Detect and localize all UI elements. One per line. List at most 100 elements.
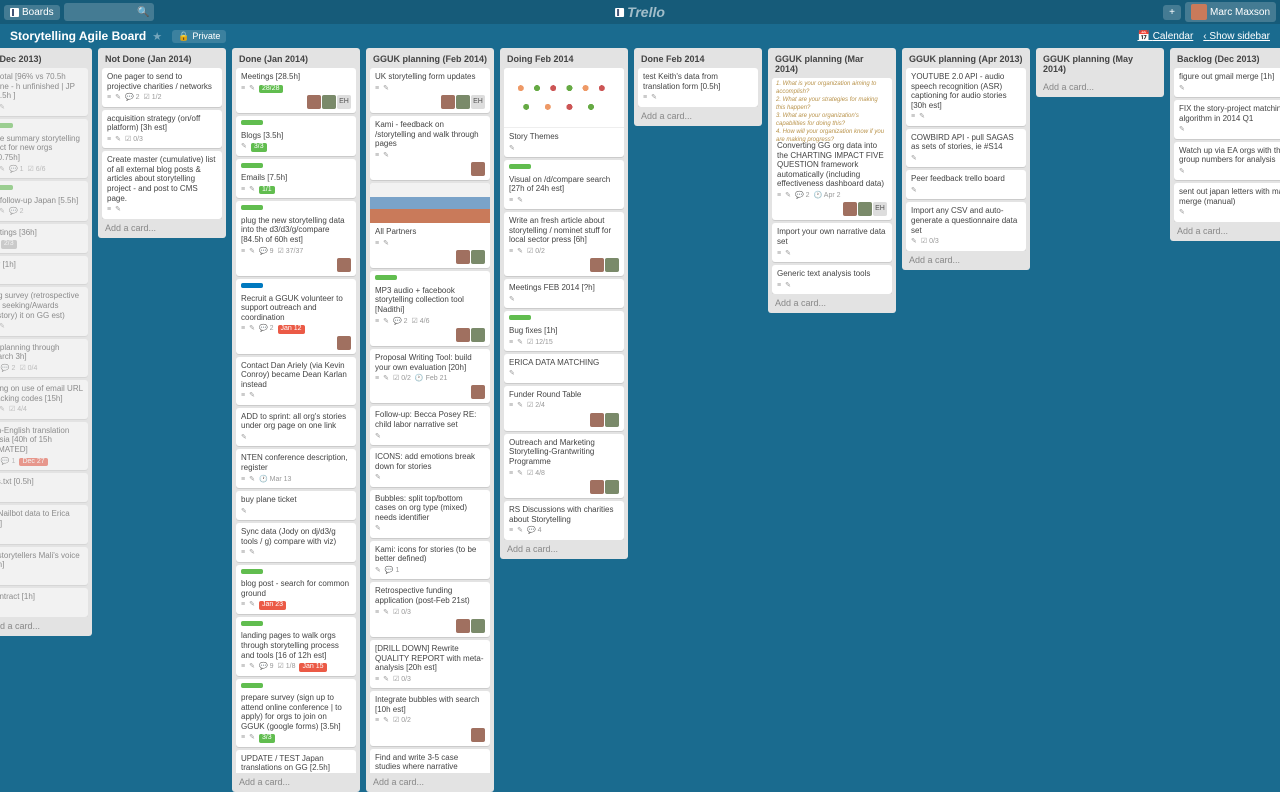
card[interactable]: ish-English translation assia [40h of 15…	[0, 422, 88, 470]
card[interactable]: riting on use of email URL tracking code…	[0, 380, 88, 419]
add-card-button[interactable]: Add a card...	[772, 294, 892, 309]
list-title[interactable]: e (Dec 2013)	[0, 52, 88, 68]
member-avatar[interactable]	[456, 250, 470, 264]
member-avatar[interactable]	[456, 619, 470, 633]
member-avatar[interactable]	[471, 728, 485, 742]
add-card-button[interactable]: Add a card...	[504, 540, 624, 555]
list[interactable]: e (Dec 2013)a total [96% vs 70.5h done -…	[0, 48, 92, 636]
list-title[interactable]: Done Feb 2014	[638, 52, 758, 68]
card[interactable]: Emails [7.5h]≡✎1/1	[236, 159, 356, 199]
card[interactable]: Bubbles: split top/bottom cases on org t…	[370, 490, 490, 538]
add-card-button[interactable]: Add a card...	[0, 617, 88, 632]
list[interactable]: Backlog (Dec 2013)figure out gmail merge…	[1170, 48, 1280, 241]
card[interactable]: Follow-up: Becca Posey RE: child labor n…	[370, 406, 490, 445]
list[interactable]: Doing Feb 2014Story Themes✎Visual on /d/…	[500, 48, 628, 559]
card[interactable]: UK storytelling form updates≡✎EH	[370, 68, 490, 113]
card[interactable]: COWBIRD API - pull SAGAS as sets of stor…	[906, 129, 1026, 168]
card[interactable]: Import your own narrative data set≡✎	[772, 223, 892, 262]
list[interactable]: Not Done (Jan 2014)One pager to send to …	[98, 48, 226, 238]
list-title[interactable]: Not Done (Jan 2014)	[102, 52, 222, 68]
card[interactable]: UPDATE / TEST Japan translations on GG […	[236, 750, 356, 773]
card[interactable]: Watch up via EA orgs with the group numb…	[1174, 142, 1280, 181]
list-title[interactable]: GGUK planning (May 2014)	[1040, 52, 1160, 78]
card[interactable]: h Nailbot data to Erica 3h]✎	[0, 505, 88, 544]
member-avatar[interactable]	[337, 336, 351, 350]
card[interactable]: Outreach and Marketing Storytelling-Gran…	[504, 434, 624, 498]
card[interactable]: age summary storytelling pact for new or…	[0, 119, 88, 178]
card[interactable]: Sync data (Jody on dj/d3/g tools / g) co…	[236, 523, 356, 562]
card[interactable]: g storytellers Mali's voice [1h]✎	[0, 547, 88, 586]
member-avatar[interactable]	[605, 258, 619, 272]
member-avatar[interactable]	[322, 95, 336, 109]
list[interactable]: GGUK planning (Feb 2014)UK storytelling …	[366, 48, 494, 792]
privacy-button[interactable]: 🔒 Private	[172, 30, 226, 43]
list-title[interactable]: Doing Feb 2014	[504, 52, 624, 68]
card[interactable]: prepare survey (sign up to attend online…	[236, 679, 356, 747]
card[interactable]: xls.txt [0.5h]✎	[0, 473, 88, 502]
board-canvas[interactable]: e (Dec 2013)a total [96% vs 70.5h done -…	[0, 48, 1280, 792]
list[interactable]: Done Feb 2014test Keith's data from tran…	[634, 48, 762, 126]
list[interactable]: Done (Jan 2014)Meetings [28.5h]≡✎28/28EH…	[232, 48, 360, 792]
card[interactable]: a total [96% vs 70.5h done - h unfinishe…	[0, 68, 88, 116]
list[interactable]: GGUK planning (Mar 2014)1. What is your …	[768, 48, 896, 313]
card[interactable]: Kami: icons for stories (to be better de…	[370, 541, 490, 580]
member-avatar[interactable]	[307, 95, 321, 109]
search-input[interactable]: 🔍	[64, 3, 154, 21]
card[interactable]: 1. What is your organization aiming to a…	[772, 78, 892, 220]
member-avatar[interactable]	[590, 480, 604, 494]
card[interactable]: plug the new storytelling data into the …	[236, 201, 356, 276]
list-title[interactable]: GGUK planning (Apr 2013)	[906, 52, 1026, 68]
member-avatar[interactable]	[471, 328, 485, 342]
add-card-button[interactable]: Add a card...	[906, 251, 1026, 266]
add-card-button[interactable]: Add a card...	[638, 107, 758, 122]
card[interactable]: Peer feedback trello board✎	[906, 170, 1026, 199]
show-sidebar-link[interactable]: ‹ Show sidebar	[1203, 31, 1270, 42]
card[interactable]: YOUTUBE 2.0 API - audio speech recogniti…	[906, 68, 1026, 126]
card[interactable]: org survey (retrospective on seeking/Awa…	[0, 287, 88, 335]
card[interactable]: eetings [36h]✎2/3	[0, 224, 88, 253]
add-card-button[interactable]: Add a card...	[1040, 78, 1160, 93]
list-title[interactable]: GGUK planning (Feb 2014)	[370, 52, 490, 68]
card[interactable]: Story Themes✎	[504, 68, 624, 157]
member-avatar[interactable]	[471, 385, 485, 399]
member-avatar[interactable]	[590, 258, 604, 272]
list-title[interactable]: Backlog (Dec 2013)	[1174, 52, 1280, 68]
member-avatar[interactable]	[471, 162, 485, 176]
card[interactable]: Meetings FEB 2014 [?h]✎	[504, 279, 624, 308]
member-avatar[interactable]: EH	[471, 95, 485, 109]
member-avatar[interactable]	[456, 328, 470, 342]
card[interactable]: Create master (cumulative) list of all e…	[102, 151, 222, 218]
card[interactable]: Funder Round Table≡✎☑ 2/4	[504, 386, 624, 431]
card[interactable]: All Partners≡✎	[370, 183, 490, 268]
list-title[interactable]: Done (Jan 2014)	[236, 52, 356, 68]
card[interactable]: FIX the story-project matching algorithm…	[1174, 100, 1280, 139]
card[interactable]: contract [1h]✎	[0, 588, 88, 617]
card[interactable]: MP3 audio + facebook storytelling collec…	[370, 271, 490, 346]
member-avatar[interactable]: EH	[337, 95, 351, 109]
board-title[interactable]: Storytelling Agile Board	[10, 29, 146, 43]
member-avatar[interactable]	[858, 202, 872, 216]
card[interactable]: Retrospective funding application (post-…	[370, 582, 490, 637]
member-avatar[interactable]	[441, 95, 455, 109]
card[interactable]: NTEN conference description, register≡✎🕐…	[236, 449, 356, 488]
member-avatar[interactable]	[843, 202, 857, 216]
member-avatar[interactable]	[471, 619, 485, 633]
card[interactable]: figure out gmail merge [1h]✎	[1174, 68, 1280, 97]
card[interactable]: acquisition strategy (on/off platform) […	[102, 110, 222, 149]
card[interactable]: One pager to send to projective charitie…	[102, 68, 222, 107]
card[interactable]: th follow-up Japan [5.5h]≡✎💬 2	[0, 181, 88, 221]
card[interactable]: ICONS: add emotions break down for stori…	[370, 448, 490, 487]
card[interactable]: [DRILL DOWN] Rewrite QUALITY REPORT with…	[370, 640, 490, 688]
add-card-button[interactable]: Add a card...	[236, 773, 356, 788]
card[interactable]: Kami - feedback on /storytelling and wal…	[370, 116, 490, 180]
card[interactable]: sent out japan letters with mail merge (…	[1174, 183, 1280, 222]
card[interactable]: ta planning through March 3h]✎💬 2☑ 0/4	[0, 339, 88, 378]
card[interactable]: Proposal Writing Tool: build your own ev…	[370, 349, 490, 404]
card[interactable]: Integrate bubbles with search [10h est]≡…	[370, 691, 490, 746]
card[interactable]: ADD to sprint: all org's stories under o…	[236, 408, 356, 447]
card[interactable]: ter [1h]✎	[0, 256, 88, 285]
list[interactable]: GGUK planning (May 2014)Add a card...	[1036, 48, 1164, 97]
card[interactable]: Bug fixes [1h]≡✎☑ 12/15	[504, 311, 624, 351]
card[interactable]: Write an fresh article about storytellin…	[504, 212, 624, 276]
card[interactable]: Import any CSV and auto-generate a quest…	[906, 202, 1026, 250]
